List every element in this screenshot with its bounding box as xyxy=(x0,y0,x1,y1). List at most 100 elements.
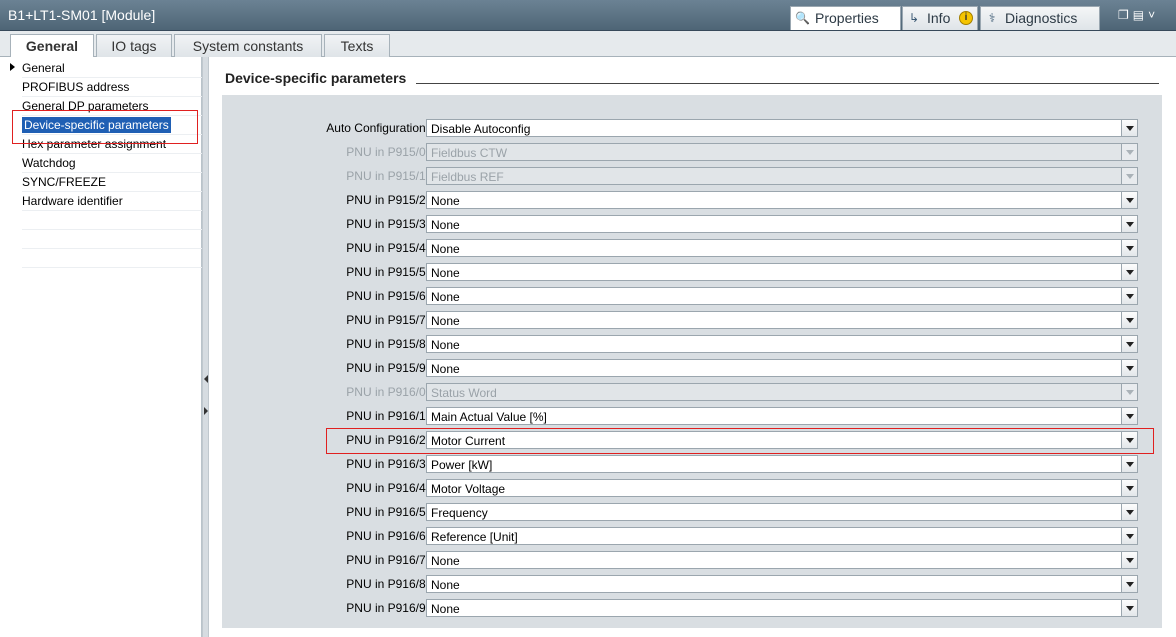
properties-icon: 🔍 xyxy=(795,11,810,25)
param-dropdown[interactable]: None xyxy=(426,215,1138,233)
panel-splitter[interactable] xyxy=(202,57,209,637)
param-dropdown[interactable]: None xyxy=(426,263,1138,281)
tab-texts[interactable]: Texts xyxy=(324,34,390,57)
tab-general[interactable]: General xyxy=(10,34,94,58)
param-value: Power [kW] xyxy=(431,458,493,472)
param-row: PNU in P915/3: None xyxy=(222,215,1162,233)
nav-item-general[interactable]: General xyxy=(22,59,65,77)
param-value: None xyxy=(431,554,460,568)
tab-diagnostics[interactable]: ⚕ Diagnostics xyxy=(980,6,1100,30)
tab-diagnostics-label: Diagnostics xyxy=(1005,10,1078,26)
warning-icon: i xyxy=(959,11,973,25)
param-dropdown[interactable]: None xyxy=(426,575,1138,593)
param-value: Frequency xyxy=(431,506,488,520)
param-dropdown[interactable]: None xyxy=(426,239,1138,257)
dropdown-arrow-icon[interactable] xyxy=(1121,456,1137,472)
dropdown-arrow-icon[interactable] xyxy=(1121,576,1137,592)
dropdown-arrow-icon[interactable] xyxy=(1121,336,1137,352)
chevron-down-icon[interactable]: ˅ xyxy=(1148,8,1159,22)
dropdown-arrow-icon[interactable] xyxy=(1121,360,1137,376)
param-value: None xyxy=(431,338,460,352)
parameter-panel: Auto Configuration: Disable Autoconfig PNU… xyxy=(222,95,1162,628)
dropdown-arrow-icon[interactable] xyxy=(1121,216,1137,232)
nav-item-watchdog[interactable]: Watchdog xyxy=(22,154,76,172)
param-label: PNU in P916/1: xyxy=(346,409,429,423)
param-dropdown[interactable]: Motor Voltage xyxy=(426,479,1138,497)
dropdown-arrow-icon[interactable] xyxy=(1121,600,1137,616)
dropdown-arrow-icon[interactable] xyxy=(1121,120,1137,136)
dropdown-arrow-icon[interactable] xyxy=(1121,288,1137,304)
dropdown-arrow-icon[interactable] xyxy=(1121,528,1137,544)
dropdown-arrow-icon xyxy=(1121,168,1137,184)
param-value: Reference [Unit] xyxy=(431,530,518,544)
section-divider xyxy=(415,83,1159,84)
param-value: Motor Voltage xyxy=(431,482,506,496)
dropdown-arrow-icon[interactable] xyxy=(1121,480,1137,496)
divider xyxy=(22,210,202,211)
param-dropdown[interactable]: Reference [Unit] xyxy=(426,527,1138,545)
param-dropdown[interactable]: None xyxy=(426,335,1138,353)
param-dropdown[interactable]: None xyxy=(426,599,1138,617)
param-row: PNU in P915/5: None xyxy=(222,263,1162,281)
section-title: Device-specific parameters xyxy=(225,70,417,86)
param-value: None xyxy=(431,578,460,592)
window-controls[interactable]: ❐▤˅ xyxy=(1118,8,1172,24)
tab-io-tags[interactable]: IO tags xyxy=(96,34,172,57)
param-dropdown[interactable]: Disable Autoconfig xyxy=(426,119,1138,137)
dropdown-arrow-icon[interactable] xyxy=(1121,408,1137,424)
param-row: PNU in P916/0: Status Word xyxy=(222,383,1162,401)
param-row: PNU in P916/7: None xyxy=(222,551,1162,569)
param-label: PNU in P915/3: xyxy=(346,217,429,231)
nav-item-sync-freeze[interactable]: SYNC/FREEZE xyxy=(22,173,106,191)
param-value: None xyxy=(431,314,460,328)
param-label: PNU in P915/8: xyxy=(346,337,429,351)
dropdown-arrow-icon[interactable] xyxy=(1121,240,1137,256)
param-dropdown[interactable]: Main Actual Value [%] xyxy=(426,407,1138,425)
restore-icon[interactable]: ❐ xyxy=(1118,8,1133,22)
param-row: PNU in P915/9: None xyxy=(222,359,1162,377)
param-row: PNU in P916/6: Reference [Unit] xyxy=(222,527,1162,545)
dropdown-arrow-icon[interactable] xyxy=(1121,552,1137,568)
nav-item-hardware-identifier[interactable]: Hardware identifier xyxy=(22,192,123,210)
param-label: PNU in P916/9: xyxy=(346,601,429,615)
tab-properties[interactable]: 🔍 Properties xyxy=(790,6,901,30)
param-label: PNU in P916/8: xyxy=(346,577,429,591)
collapse-left-icon[interactable] xyxy=(204,375,208,383)
minimize-icon[interactable]: ▤ xyxy=(1133,8,1148,22)
dropdown-arrow-icon[interactable] xyxy=(1121,192,1137,208)
param-dropdown[interactable]: None xyxy=(426,287,1138,305)
diagnostics-icon: ⚕ xyxy=(988,11,996,25)
divider xyxy=(22,267,202,268)
dropdown-arrow-icon xyxy=(1121,144,1137,160)
divider xyxy=(22,248,202,249)
param-value: Fieldbus REF xyxy=(431,170,504,184)
param-dropdown: Fieldbus REF xyxy=(426,167,1138,185)
param-value: Disable Autoconfig xyxy=(431,122,531,136)
param-dropdown[interactable]: None xyxy=(426,551,1138,569)
param-label: Auto Configuration: xyxy=(326,121,429,135)
param-dropdown[interactable]: None xyxy=(426,359,1138,377)
param-label: PNU in P916/3: xyxy=(346,457,429,471)
param-dropdown[interactable]: Frequency xyxy=(426,503,1138,521)
param-row: Auto Configuration: Disable Autoconfig xyxy=(222,119,1162,137)
expand-right-icon[interactable] xyxy=(204,407,208,415)
nav-item-profibus-address[interactable]: PROFIBUS address xyxy=(22,78,129,96)
param-label: PNU in P915/4: xyxy=(346,241,429,255)
tab-system-constants[interactable]: System constants xyxy=(174,34,322,57)
param-value: Status Word xyxy=(431,386,497,400)
highlight-box xyxy=(326,428,1154,454)
dropdown-arrow-icon[interactable] xyxy=(1121,504,1137,520)
param-value: None xyxy=(431,362,460,376)
expand-arrow-icon[interactable] xyxy=(10,63,15,71)
dropdown-arrow-icon[interactable] xyxy=(1121,312,1137,328)
param-label: PNU in P915/5: xyxy=(346,265,429,279)
window-title: B1+LT1-SM01 [Module] xyxy=(8,7,156,23)
param-dropdown[interactable]: None xyxy=(426,311,1138,329)
param-label: PNU in P916/6: xyxy=(346,529,429,543)
tab-info[interactable]: ↳ Info i xyxy=(902,6,978,30)
dropdown-arrow-icon[interactable] xyxy=(1121,264,1137,280)
param-dropdown[interactable]: None xyxy=(426,191,1138,209)
param-dropdown[interactable]: Power [kW] xyxy=(426,455,1138,473)
param-label: PNU in P915/0: xyxy=(346,145,429,159)
param-dropdown: Status Word xyxy=(426,383,1138,401)
